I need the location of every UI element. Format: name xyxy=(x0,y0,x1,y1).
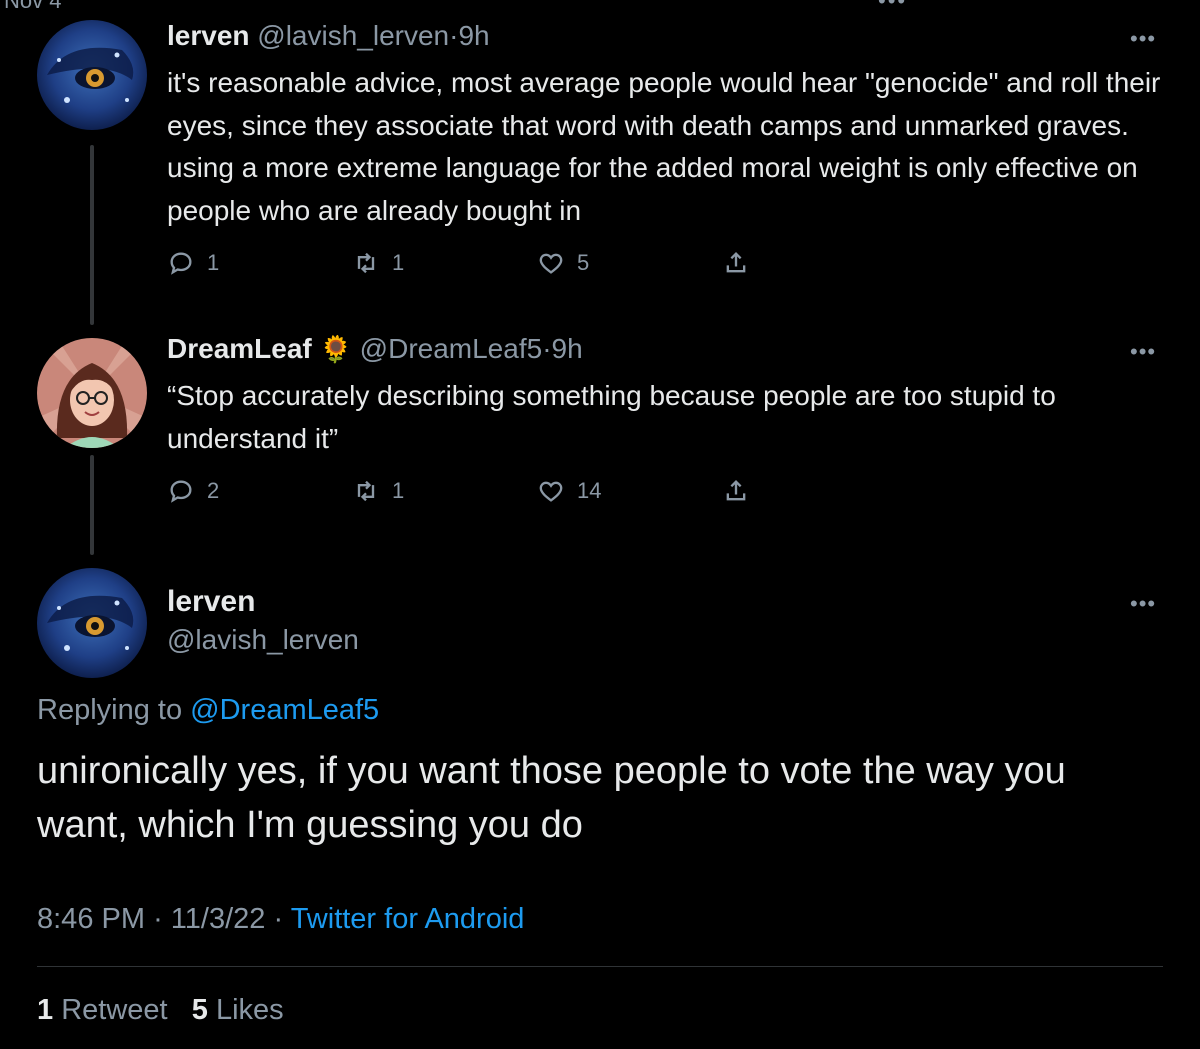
avatar[interactable] xyxy=(37,568,147,678)
replying-to-link[interactable]: @DreamLeaf5 xyxy=(190,694,379,726)
retweet-icon xyxy=(357,480,375,502)
replying-to: Replying to @DreamLeaf5 xyxy=(37,694,379,727)
like-total: 5 xyxy=(191,994,208,1026)
avatar[interactable] xyxy=(37,20,147,130)
tweet-text: unironically yes, if you want those peop… xyxy=(37,750,1066,846)
share-icon xyxy=(726,252,746,273)
tweet-text: “Stop accurately describing something be… xyxy=(167,380,1056,454)
avatar[interactable] xyxy=(37,338,147,448)
like-count: 14 xyxy=(577,478,602,503)
replying-to-label: Replying to xyxy=(37,694,183,726)
retweet-button[interactable]: 1 xyxy=(352,475,404,507)
engagement-stats: 1 Retweet 5 Likes xyxy=(37,994,284,1027)
retweet-count: 1 xyxy=(392,250,405,275)
divider xyxy=(37,966,1163,967)
username[interactable]: @DreamLeaf5 xyxy=(360,333,543,364)
more-icon[interactable]: ••• xyxy=(1130,26,1156,52)
retweet-total: 1 xyxy=(37,994,54,1026)
display-name[interactable]: lerven xyxy=(167,20,250,51)
tweet-actions: 2 1 14 xyxy=(167,475,767,507)
separator: · xyxy=(153,903,163,935)
reply-count: 1 xyxy=(207,250,220,275)
reply-icon xyxy=(170,480,192,503)
tweet-date[interactable]: 11/3/22 xyxy=(171,903,266,935)
display-name[interactable]: DreamLeaf xyxy=(167,333,312,364)
like-count: 5 xyxy=(577,250,590,275)
tweet-header: DreamLeaf 🌻 @DreamLeaf5·9h xyxy=(167,333,583,365)
separator: · xyxy=(273,903,284,935)
username[interactable]: @lavish_lerven xyxy=(257,20,449,51)
like-label: Likes xyxy=(215,994,284,1026)
tweet-text: it's reasonable advice, most average peo… xyxy=(167,67,1161,226)
tweet-time[interactable]: 8:46 PM xyxy=(37,903,145,935)
reply-button[interactable]: 2 xyxy=(167,475,219,507)
retweet-count: 1 xyxy=(392,478,405,503)
like-button[interactable]: 14 xyxy=(537,475,601,507)
retweet-button[interactable]: 1 xyxy=(352,247,404,279)
likes-stat[interactable]: 5 Likes xyxy=(192,994,284,1026)
more-icon[interactable]: ••• xyxy=(1130,591,1156,617)
separator: · xyxy=(542,333,552,364)
tweet-header: lerven @lavish_lerven·9h xyxy=(167,20,490,52)
reply-count: 2 xyxy=(207,478,220,503)
tweet-actions: 1 1 5 xyxy=(167,247,767,279)
more-icon[interactable]: ••• xyxy=(1130,339,1156,365)
username[interactable]: @lavish_lerven xyxy=(167,624,359,656)
tweet-source[interactable]: Twitter for Android xyxy=(291,903,525,935)
timestamp[interactable]: 9h xyxy=(458,20,489,51)
like-icon xyxy=(539,481,563,502)
reply-button[interactable]: 1 xyxy=(167,247,219,279)
top-clipped-date: Nov 4 xyxy=(4,0,61,10)
share-button[interactable] xyxy=(722,475,750,507)
share-button[interactable] xyxy=(722,247,750,279)
thread-line xyxy=(90,455,94,555)
retweets-stat[interactable]: 1 Retweet xyxy=(37,994,168,1026)
top-clipped-bar: Nov 4 ••• xyxy=(0,0,1200,10)
timestamp[interactable]: 9h xyxy=(552,333,583,364)
tweet-metadata: 8:46 PM · 11/3/22 · Twitter for Android xyxy=(37,903,524,936)
display-name[interactable]: lerven xyxy=(167,585,255,619)
retweet-label: Retweet xyxy=(61,994,168,1026)
retweet-icon xyxy=(357,252,375,274)
like-icon xyxy=(539,253,563,274)
thread-line xyxy=(90,145,94,325)
like-button[interactable]: 5 xyxy=(537,247,589,279)
sunflower-emoji: 🌻 xyxy=(319,334,352,364)
share-icon xyxy=(726,480,746,501)
reply-icon xyxy=(170,252,192,275)
top-clipped-more-icon: ••• xyxy=(878,0,907,10)
